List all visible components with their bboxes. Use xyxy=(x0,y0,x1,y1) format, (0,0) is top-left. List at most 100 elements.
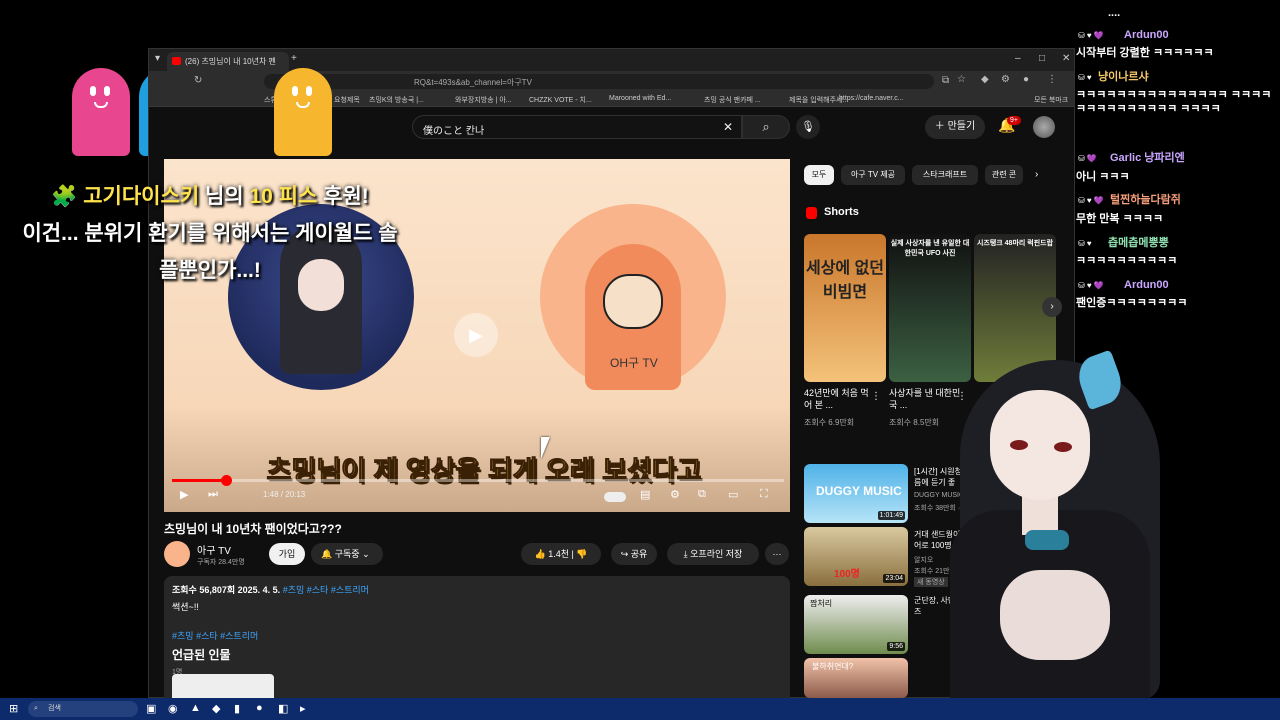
app-icon[interactable]: ◆ xyxy=(212,702,220,715)
chat-username[interactable]: 냥이나르샤 xyxy=(1098,70,1149,84)
short-menu-icon[interactable]: ⋮ xyxy=(871,391,881,402)
rec-thumb-text: 짬처리 xyxy=(810,599,833,608)
cast-icon[interactable]: ⧉ xyxy=(942,75,949,86)
download-button[interactable]: ⤓ 오프라인 저장 xyxy=(667,543,759,565)
windows-start-icon[interactable]: ⊞ xyxy=(9,702,18,715)
account-avatar[interactable] xyxy=(1033,116,1055,138)
tab-search-icon[interactable]: ▾ xyxy=(155,53,160,64)
mic-icon: 🎙 xyxy=(801,121,815,133)
chat-message: ㅋㅋㅋㅋㅋㅋㅋㅋㅋㅋ xyxy=(1076,255,1178,267)
theater-mode-icon[interactable]: ▭ xyxy=(728,488,738,501)
channel-name[interactable]: 아구 TV xyxy=(197,542,231,557)
chrome-icon[interactable]: ◉ xyxy=(168,702,178,715)
more-actions-button[interactable]: ··· xyxy=(765,543,789,565)
search-button[interactable]: ⌕ xyxy=(742,115,790,139)
bookmark-item[interactable]: CHZZK VOTE - 치... xyxy=(529,95,592,105)
join-button[interactable]: 가입 xyxy=(269,543,305,565)
minimize-icon[interactable]: – xyxy=(1015,53,1021,64)
bookmark-item[interactable]: 츠밍K의 방송국 |... xyxy=(369,95,424,105)
bookmark-item[interactable]: https://cafe.naver.c... xyxy=(839,95,904,102)
mentioned-people-heading: 언급된 인물 xyxy=(172,648,231,662)
settings-gear-icon[interactable]: ⚙ xyxy=(670,488,680,501)
description-meta: 조회수 56,807회 2025. 4. 5. #츠밍 #스타 #스트리머 xyxy=(172,583,782,596)
share-label: 공유 xyxy=(630,549,648,559)
rec-thumb-4[interactable]: 불하취면대? xyxy=(804,658,908,698)
donor-name: 고기다이스키 xyxy=(83,185,200,208)
voice-search-button[interactable]: 🎙 xyxy=(796,115,820,139)
clear-search-icon[interactable]: ✕ xyxy=(723,120,733,134)
bookmark-star-icon[interactable]: ☆ xyxy=(957,74,966,85)
bookmark-item[interactable]: Marooned with Ed... xyxy=(609,95,671,102)
puzzle-icon[interactable]: ⚙ xyxy=(1001,74,1010,85)
chip-related[interactable]: 관련 콘 xyxy=(985,165,1023,185)
chip-all[interactable]: 모두 xyxy=(804,165,834,185)
progress-bar[interactable] xyxy=(172,475,784,486)
center-play-icon[interactable]: ▶ xyxy=(454,313,498,357)
captions-icon[interactable]: ▤ xyxy=(640,488,650,501)
chat-username[interactable]: Ardun00 xyxy=(1124,278,1169,292)
chat-username[interactable]: Garlic 냥파리엔 xyxy=(1110,151,1185,165)
channel-avatar[interactable] xyxy=(164,541,190,567)
yellow-ghost-icon xyxy=(274,68,332,156)
chat-badge-icon: ⛁ ♥ xyxy=(1078,73,1092,82)
like-count: 1.4천 xyxy=(548,549,569,559)
description-box[interactable]: 조회수 56,807회 2025. 4. 5. #츠밍 #스타 #스트리머 썩션… xyxy=(164,576,790,706)
fullscreen-icon[interactable]: ⛶ xyxy=(760,488,768,501)
rec-thumb-text: 불하취면대? xyxy=(812,662,854,671)
file-explorer-icon[interactable]: ▣ xyxy=(146,702,156,715)
create-button[interactable]: ＋ 만들기 xyxy=(925,115,985,139)
reload-icon[interactable]: ↻ xyxy=(194,75,202,86)
tab-youtube[interactable]: (26) 츠밍님이 내 10년차 펜 xyxy=(167,52,289,71)
chips-next-icon[interactable]: › xyxy=(1035,169,1038,180)
bookmark-item[interactable]: 와부장지방송 | 아... xyxy=(455,95,512,105)
chat-username[interactable]: 츱메츱메뿡뿡 xyxy=(1108,236,1169,250)
progress-scrubber[interactable] xyxy=(221,475,233,486)
share-button[interactable]: ↪ 공유 xyxy=(611,543,657,565)
app-icon[interactable]: ● xyxy=(256,702,263,714)
next-icon[interactable]: ⏭ xyxy=(208,488,218,501)
bookmark-item[interactable]: 츠밍 공식 팬카페 ... xyxy=(704,95,761,105)
tab-title: (26) 츠밍님이 내 10년차 펜 xyxy=(185,57,276,66)
profile-icon[interactable]: ● xyxy=(1023,74,1029,85)
short-title[interactable]: 42년만에 처음 먹어 본 ... xyxy=(804,387,876,411)
shorts-next-icon[interactable]: › xyxy=(1042,297,1062,317)
app-icon[interactable]: ◧ xyxy=(278,702,288,715)
meta-hashtags[interactable]: #츠밍 #스타 #스트리머 xyxy=(283,585,369,595)
chip-starcraft[interactable]: 스타크래프트 xyxy=(912,165,978,185)
views-date: 조회수 56,807회 2025. 4. 5. xyxy=(172,585,281,595)
chat-message: 시작부터 강렬한 ㅋㅋㅋㅋㅋㅋ xyxy=(1076,47,1214,59)
rec-thumb-text: DUGGY MUSIC xyxy=(816,484,902,498)
app-icon[interactable]: ▲ xyxy=(190,702,201,714)
autoplay-toggle[interactable] xyxy=(604,492,626,502)
url-field[interactable]: RQ&t=493s&ab_channel=아구TV xyxy=(264,74,934,89)
rec-thumb-3[interactable]: 짬처리 9:56 xyxy=(804,595,908,654)
rec-duration: 1:01:49 xyxy=(877,511,905,520)
like-button[interactable]: 👍 1.4천 | 👎 xyxy=(521,543,601,565)
app-icon[interactable]: ▮ xyxy=(234,702,240,715)
bookmark-item-all[interactable]: 모든 북마크 xyxy=(1034,95,1068,105)
chat-message: 무한 만복 ㅋㅋㅋㅋ xyxy=(1076,213,1164,225)
short-thumb-1[interactable]: 세상에 없던 비빔면 xyxy=(804,234,886,382)
rec-thumb-2[interactable]: 100명 23:04 xyxy=(804,527,908,586)
search-input[interactable]: 僕のこと 칸나 ✕ xyxy=(412,115,742,139)
chat-badge-icon: ⛁ ♥ xyxy=(1078,239,1092,248)
menu-dots-icon[interactable]: ⋮ xyxy=(1047,74,1057,85)
miniplayer-icon[interactable]: ⧉ xyxy=(698,488,706,501)
extension-icon[interactable]: ◆ xyxy=(981,74,989,85)
taskbar-search[interactable]: ⌕ 검색 xyxy=(28,701,138,717)
maximize-icon[interactable]: □ xyxy=(1039,53,1045,64)
bookmark-item[interactable]: 요청제목 xyxy=(334,95,360,105)
chat-username[interactable]: 털찐하늘다람쥐 xyxy=(1110,193,1181,207)
app-icon[interactable]: ▸ xyxy=(300,702,306,715)
subscribed-button[interactable]: 🔔 구독중 ⌄ xyxy=(311,543,383,565)
description-text: 썩션~!! xyxy=(172,602,199,612)
taskbar-search-label: 검색 xyxy=(48,705,61,712)
mascot-logo-text: OH구 TV xyxy=(610,356,658,370)
play-icon[interactable]: ▶ xyxy=(180,488,188,501)
description-hashtags[interactable]: #츠밍 #스타 #스트리머 xyxy=(172,629,782,642)
rec-thumb-1[interactable]: DUGGY MUSIC 1:01:49 xyxy=(804,464,908,523)
chat-username[interactable]: Ardun00 xyxy=(1124,28,1169,42)
chip-channel[interactable]: 아구 TV 제공 xyxy=(841,165,905,185)
short-caption: 실제 사상자를 낸 유일한 대한민국 UFO 사진 xyxy=(890,240,970,257)
new-tab-icon[interactable]: + xyxy=(291,53,297,64)
